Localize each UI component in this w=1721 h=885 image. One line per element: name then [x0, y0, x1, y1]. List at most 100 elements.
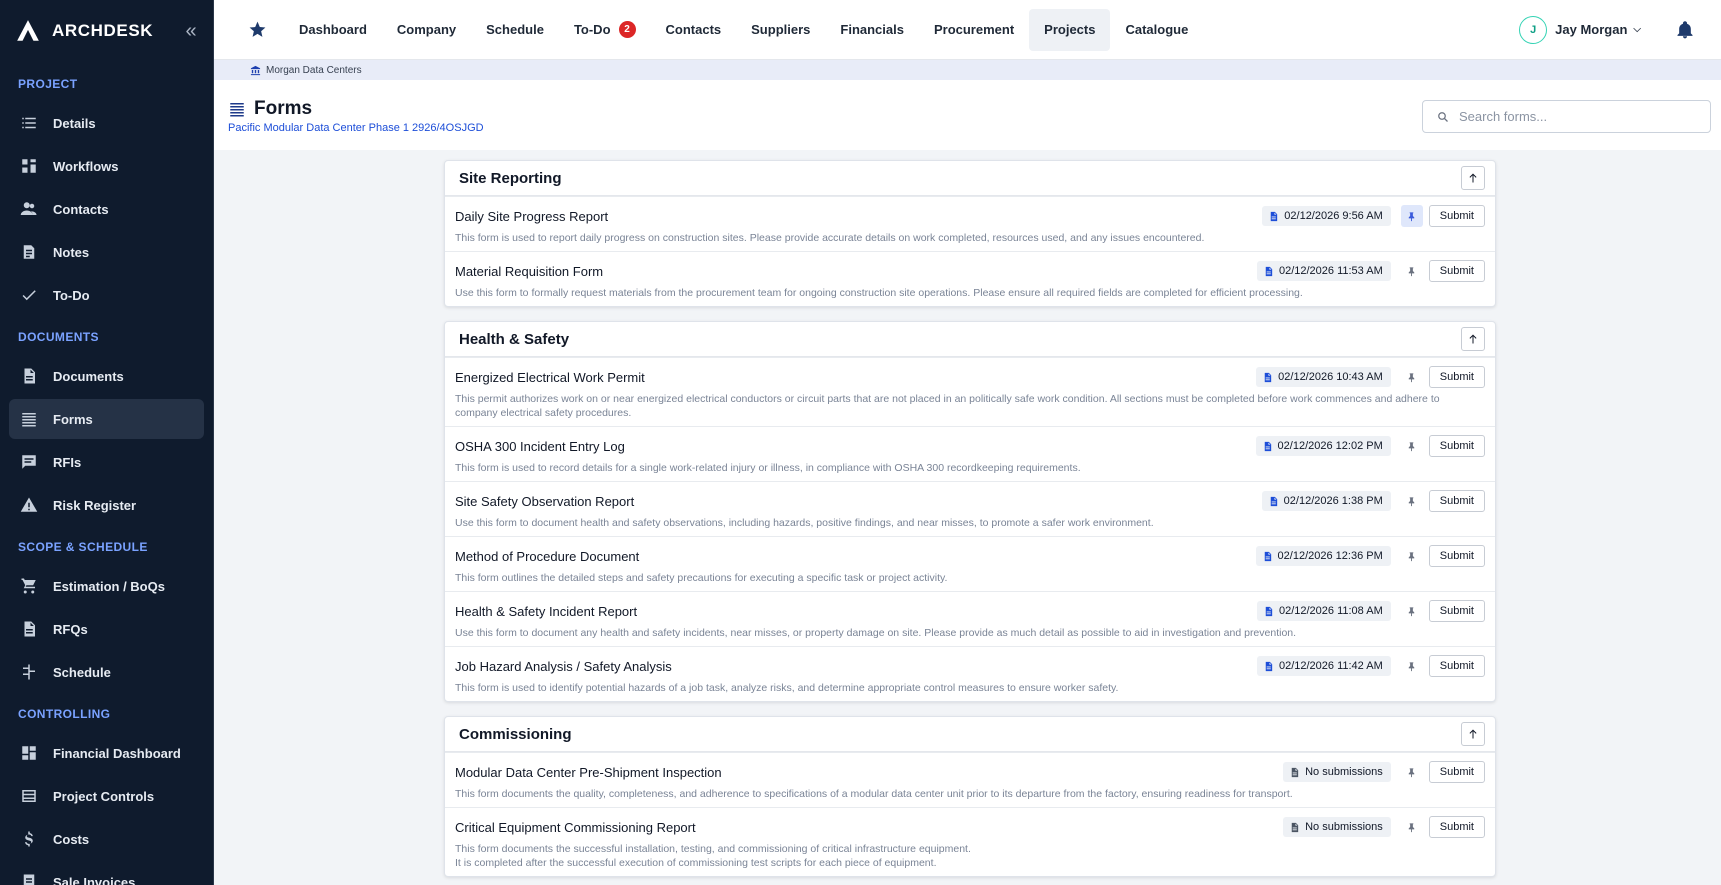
- search-input[interactable]: [1459, 109, 1689, 124]
- form-row[interactable]: Daily Site Progress Report 02/12/2026 9:…: [445, 196, 1495, 251]
- sidebar-item-estimation-boqs[interactable]: Estimation / BoQs: [9, 566, 204, 606]
- form-row[interactable]: Energized Electrical Work Permit 02/12/2…: [445, 357, 1495, 426]
- form-row[interactable]: OSHA 300 Incident Entry Log 02/12/2026 1…: [445, 426, 1495, 481]
- form-row[interactable]: Job Hazard Analysis / Safety Analysis 02…: [445, 646, 1495, 701]
- submit-button[interactable]: Submit: [1428, 545, 1485, 567]
- submit-button[interactable]: Submit: [1428, 260, 1485, 282]
- sidebar-item-workflows[interactable]: Workflows: [9, 146, 204, 186]
- tab-financials[interactable]: Financials: [825, 9, 919, 51]
- breadcrumb-company[interactable]: Morgan Data Centers: [266, 65, 362, 76]
- sidebar-item-rfqs[interactable]: RFQs: [9, 609, 204, 649]
- sidebar-item-documents[interactable]: Documents: [9, 356, 204, 396]
- submit-button[interactable]: Submit: [1428, 816, 1485, 838]
- breadcrumb: Morgan Data Centers: [214, 60, 1721, 80]
- form-name[interactable]: Modular Data Center Pre-Shipment Inspect…: [455, 765, 1283, 780]
- last-submission-badge: 02/12/2026 11:08 AM: [1256, 601, 1391, 621]
- pin-icon[interactable]: [1401, 655, 1423, 677]
- tab-dashboard[interactable]: Dashboard: [284, 9, 382, 51]
- project-link[interactable]: Pacific Modular Data Center Phase 1 2926…: [228, 122, 484, 134]
- sidebar-item-costs[interactable]: Costs: [9, 819, 204, 859]
- sidebar-item-risk-register[interactable]: Risk Register: [9, 485, 204, 525]
- form-name[interactable]: Health & Safety Incident Report: [455, 604, 1257, 619]
- tab-projects[interactable]: Projects: [1029, 8, 1111, 51]
- archdesk-logo-icon[interactable]: [14, 17, 42, 45]
- form-description: This permit authorizes work on or near e…: [455, 393, 1440, 419]
- tab-label: Schedule: [486, 22, 544, 37]
- form-row[interactable]: Material Requisition Form 02/12/2026 11:…: [445, 251, 1495, 306]
- document-icon: [1265, 266, 1273, 276]
- last-submission-badge: 02/12/2026 12:02 PM: [1255, 436, 1391, 456]
- form-name[interactable]: Energized Electrical Work Permit: [455, 370, 1256, 385]
- pin-icon[interactable]: [1401, 545, 1423, 567]
- sidebar-item-label: Costs: [53, 831, 90, 847]
- pin-icon[interactable]: [1401, 490, 1423, 512]
- sidebar: ARCHDESK « PROJECT Details Workflows Con…: [0, 0, 214, 885]
- form-row[interactable]: Critical Equipment Commissioning Report …: [445, 807, 1495, 876]
- pin-icon[interactable]: [1401, 366, 1423, 388]
- user-menu[interactable]: J Jay Morgan ⌵: [1519, 15, 1641, 44]
- form-description: This form outlines the detailed steps an…: [455, 572, 948, 584]
- submit-button[interactable]: Submit: [1428, 490, 1485, 512]
- notification-bell-icon[interactable]: [1675, 20, 1695, 40]
- form-name[interactable]: Material Requisition Form: [455, 264, 1257, 279]
- pin-icon[interactable]: [1401, 435, 1423, 457]
- form-name[interactable]: Daily Site Progress Report: [455, 209, 1262, 224]
- collapse-group-button[interactable]: [1461, 722, 1485, 746]
- form-name[interactable]: Site Safety Observation Report: [455, 494, 1262, 509]
- form-group-card: Commissioning Modular Data Center Pre-Sh…: [444, 716, 1496, 877]
- tab-company[interactable]: Company: [382, 9, 471, 51]
- sidebar-item-forms[interactable]: Forms: [9, 399, 204, 439]
- pin-icon[interactable]: [1400, 205, 1423, 227]
- pin-icon[interactable]: [1401, 761, 1423, 783]
- form-name[interactable]: Critical Equipment Commissioning Report: [455, 820, 1283, 835]
- sidebar-item-label: Sale Invoices: [53, 874, 136, 885]
- list-icon: [19, 113, 39, 133]
- sidebar-item-rfis[interactable]: RFIs: [9, 442, 204, 482]
- form-name[interactable]: Method of Procedure Document: [455, 549, 1256, 564]
- collapse-sidebar-icon[interactable]: «: [181, 20, 201, 43]
- sidebar-item-project-controls[interactable]: Project Controls: [9, 776, 204, 816]
- sidebar-item-to-do[interactable]: To-Do: [9, 275, 204, 315]
- tab-procurement[interactable]: Procurement: [919, 9, 1029, 51]
- form-row[interactable]: Health & Safety Incident Report 02/12/20…: [445, 591, 1495, 646]
- tab-schedule[interactable]: Schedule: [471, 9, 559, 51]
- form-description: Use this form to formally request materi…: [455, 287, 1303, 299]
- submit-button[interactable]: Submit: [1428, 366, 1485, 388]
- pin-icon[interactable]: [1401, 600, 1423, 622]
- pin-icon[interactable]: [1401, 816, 1423, 838]
- collapse-group-button[interactable]: [1461, 327, 1485, 351]
- form-row[interactable]: Modular Data Center Pre-Shipment Inspect…: [445, 752, 1495, 807]
- last-submission-text: 02/12/2026 1:38 PM: [1283, 495, 1383, 507]
- sidebar-item-label: Financial Dashboard: [53, 745, 181, 761]
- sidebar-item-details[interactable]: Details: [9, 103, 204, 143]
- tab-suppliers[interactable]: Suppliers: [736, 9, 825, 51]
- arrow-up-icon: [1469, 334, 1477, 344]
- form-group-title: Health & Safety: [459, 330, 570, 348]
- submit-button[interactable]: Submit: [1428, 205, 1485, 227]
- form-name[interactable]: OSHA 300 Incident Entry Log: [455, 439, 1256, 454]
- sidebar-item-financial-dashboard[interactable]: Financial Dashboard: [9, 733, 204, 773]
- tab-catalogue[interactable]: Catalogue: [1110, 9, 1203, 51]
- form-name[interactable]: Job Hazard Analysis / Safety Analysis: [455, 659, 1257, 674]
- sidebar-item-notes[interactable]: Notes: [9, 232, 204, 272]
- favorite-star-icon[interactable]: [244, 20, 270, 39]
- form-description: This form documents the quality, complet…: [455, 788, 1293, 800]
- sidebar-nav: PROJECT Details Workflows Contacts Notes…: [0, 68, 213, 885]
- sidebar-item-contacts[interactable]: Contacts: [9, 189, 204, 229]
- document-icon: [1265, 606, 1273, 616]
- form-row[interactable]: Method of Procedure Document 02/12/2026 …: [445, 536, 1495, 591]
- tab-to-do[interactable]: To-Do 2: [559, 9, 651, 51]
- pin-icon[interactable]: [1401, 260, 1423, 282]
- sidebar-item-schedule[interactable]: Schedule: [9, 652, 204, 692]
- form-group-title: Commissioning: [459, 725, 572, 743]
- last-submission-badge: 02/12/2026 11:53 AM: [1256, 261, 1391, 281]
- tab-contacts[interactable]: Contacts: [651, 9, 737, 51]
- submit-button[interactable]: Submit: [1428, 761, 1485, 783]
- collapse-group-button[interactable]: [1461, 166, 1485, 190]
- submit-button[interactable]: Submit: [1428, 435, 1485, 457]
- submit-button[interactable]: Submit: [1428, 600, 1485, 622]
- submit-button[interactable]: Submit: [1428, 655, 1485, 677]
- last-submission-badge: 02/12/2026 10:43 AM: [1256, 367, 1391, 387]
- sidebar-item-sale-invoices[interactable]: Sale Invoices: [9, 862, 204, 885]
- form-row[interactable]: Site Safety Observation Report 02/12/202…: [445, 481, 1495, 536]
